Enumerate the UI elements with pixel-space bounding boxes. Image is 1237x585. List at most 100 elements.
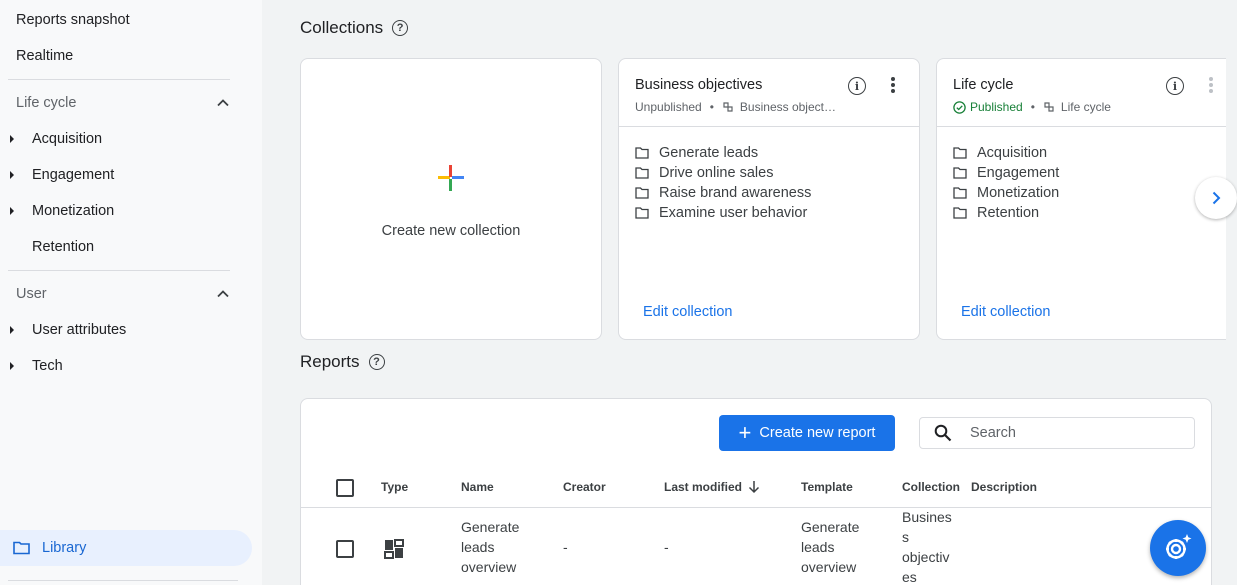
search-box <box>919 417 1195 449</box>
carousel-next-button[interactable] <box>1195 177 1237 219</box>
collection-card-business-objectives: Business objectives Unpublished • Busine… <box>618 58 920 340</box>
section-label: User <box>16 286 47 302</box>
sidebar-item-engagement[interactable]: Engagement <box>8 163 230 187</box>
list-item: Monetization <box>953 183 1059 203</box>
template-label: Life cycle <box>1060 100 1111 114</box>
column-header-description[interactable]: Description <box>971 480 1037 494</box>
folder-icon <box>635 207 649 219</box>
card-topics-list: Acquisition Engagement Monetization Rete… <box>953 143 1059 223</box>
help-icon[interactable]: ? <box>368 354 385 370</box>
card-title: Life cycle <box>953 77 1014 93</box>
sidebar-item-label: Engagement <box>32 167 115 183</box>
info-icon[interactable]: i <box>848 77 866 95</box>
report-name[interactable]: Generate leads overview <box>461 517 519 577</box>
sidebar-item-user-attributes[interactable]: User attributes <box>8 318 230 342</box>
card-header: Life cycle Published • Life cycle i <box>937 59 1226 127</box>
folder-icon <box>635 187 649 199</box>
card-subtitle: Unpublished • Business object… <box>635 100 836 114</box>
caret-right-icon <box>10 326 14 334</box>
caret-right-icon <box>10 135 14 143</box>
sidebar-item-retention[interactable]: Retention <box>8 235 230 259</box>
edit-collection-link[interactable]: Edit collection <box>643 304 732 320</box>
library-label: Library <box>42 540 87 556</box>
list-item: Raise brand awareness <box>635 183 811 203</box>
folder-icon <box>635 147 649 159</box>
create-report-button[interactable]: + Create new report <box>719 415 895 451</box>
folder-icon <box>953 207 967 219</box>
edit-collection-link[interactable]: Edit collection <box>961 304 1050 320</box>
sidebar-item-acquisition[interactable]: Acquisition <box>8 127 230 151</box>
sidebar-item-label: Monetization <box>32 203 115 219</box>
chevron-right-icon <box>1212 191 1221 205</box>
sidebar: Reports snapshot Realtime Life cycle Acq… <box>0 0 262 585</box>
info-icon[interactable]: i <box>1166 77 1184 95</box>
column-header-collection[interactable]: Collection <box>902 480 960 494</box>
sidebar-item-tech[interactable]: Tech <box>8 354 230 378</box>
more-vert-icon[interactable] <box>891 77 895 93</box>
sidebar-item-library[interactable]: Library <box>0 530 252 566</box>
caret-right-icon <box>10 362 14 370</box>
column-header-name[interactable]: Name <box>461 480 494 494</box>
chevron-up-icon <box>217 99 229 107</box>
caret-right-icon <box>10 171 14 179</box>
section-life-cycle[interactable]: Life cycle <box>16 95 230 111</box>
template-label: Business object… <box>739 100 836 114</box>
list-item: Acquisition <box>953 143 1059 163</box>
row-checkbox[interactable] <box>336 540 354 558</box>
report-template: Generate leads overview <box>801 519 860 575</box>
search-icon <box>934 424 952 442</box>
select-all-checkbox[interactable] <box>336 479 354 497</box>
sidebar-item-label: User attributes <box>32 322 127 338</box>
folder-icon <box>13 541 30 555</box>
column-header-type[interactable]: Type <box>381 480 408 494</box>
create-collection-card[interactable]: Create new collection <box>300 58 602 340</box>
nav-reports-snapshot[interactable]: Reports snapshot <box>16 12 130 28</box>
column-header-last-modified[interactable]: Last modified <box>664 480 760 494</box>
folder-icon <box>953 167 967 179</box>
reports-table: + Create new report Type Name Creator La… <box>300 398 1212 585</box>
reports-title: Reports <box>300 352 360 371</box>
help-icon[interactable]: ? <box>392 20 409 36</box>
card-title: Business objectives <box>635 77 763 93</box>
report-creator: - <box>563 539 568 555</box>
chevron-up-icon <box>217 290 229 298</box>
sidebar-item-label: Tech <box>32 358 63 374</box>
gear-sparkle-icon <box>1166 534 1192 559</box>
list-item: Engagement <box>953 163 1059 183</box>
report-last-modified: - <box>664 539 669 555</box>
collections-header: Collections ? <box>300 18 409 38</box>
status-label: Unpublished <box>635 100 702 114</box>
card-subtitle: Published • Life cycle <box>953 100 1111 114</box>
plus-icon: + <box>738 420 752 445</box>
sidebar-item-monetization[interactable]: Monetization <box>8 199 230 223</box>
main-content: Collections ? Create new collection Busi… <box>262 0 1237 585</box>
check-circle-icon <box>953 100 966 114</box>
list-item: Drive online sales <box>635 163 811 183</box>
column-header-creator[interactable]: Creator <box>563 480 606 494</box>
divider <box>8 79 230 80</box>
search-input[interactable] <box>970 425 1170 441</box>
create-report-label: Create new report <box>759 425 876 441</box>
collections-title: Collections <box>300 18 384 37</box>
list-item: Retention <box>953 203 1059 223</box>
status-label: Published <box>970 100 1023 114</box>
folder-icon <box>953 147 967 159</box>
report-collection: Busines s objectiv es <box>902 509 952 585</box>
template-icon <box>723 102 733 112</box>
card-header: Business objectives Unpublished • Busine… <box>619 59 919 127</box>
settings-fab-button[interactable] <box>1150 520 1206 576</box>
divider <box>8 580 238 581</box>
column-header-label: Last modified <box>664 480 743 494</box>
section-user[interactable]: User <box>16 286 230 302</box>
create-collection-label: Create new collection <box>381 223 521 239</box>
caret-right-icon <box>10 207 14 215</box>
section-label: Life cycle <box>16 95 77 111</box>
divider <box>8 270 230 271</box>
card-topics-list: Generate leads Drive online sales Raise … <box>635 143 811 223</box>
arrow-down-icon <box>748 481 760 494</box>
plus-icon <box>438 165 464 191</box>
column-header-template[interactable]: Template <box>801 480 853 494</box>
nav-realtime[interactable]: Realtime <box>16 48 73 64</box>
sidebar-item-label: Retention <box>32 239 95 255</box>
more-vert-icon[interactable] <box>1209 77 1213 93</box>
